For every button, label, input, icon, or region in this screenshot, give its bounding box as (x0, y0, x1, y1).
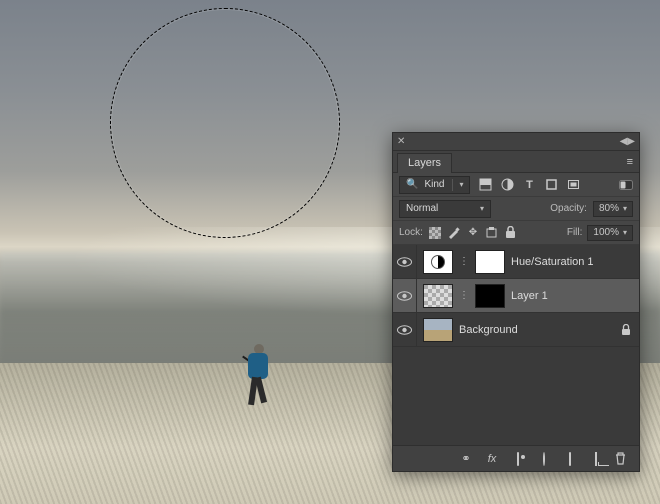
search-icon: 🔍 (406, 179, 418, 190)
chevron-down-icon: ▾ (623, 204, 627, 213)
lock-transparency-icon[interactable] (428, 226, 442, 240)
visibility-toggle[interactable] (393, 279, 417, 312)
layers-panel: ✕ ◀▶ Layers ≡ 🔍 Kind ▾ T (392, 132, 640, 472)
mask-link-icon[interactable]: ⋮ (459, 290, 469, 301)
fill-value: 100% (593, 227, 619, 238)
mask-thumbnail (475, 284, 505, 308)
opacity-label: Opacity: (550, 203, 587, 214)
lock-fill-row: Lock: ✥ Fill: 100% ▾ (393, 221, 639, 245)
mask-thumbnail (475, 250, 505, 274)
chevron-down-icon: ▾ (623, 228, 627, 237)
tab-layers[interactable]: Layers (397, 153, 452, 173)
mask-link-icon[interactable]: ⋮ (459, 256, 469, 267)
new-group-icon[interactable] (563, 453, 577, 465)
fill-label: Fill: (567, 227, 583, 238)
layer-row[interactable]: ⋮ Layer 1 (393, 279, 639, 313)
photo-hiker (240, 344, 274, 410)
filter-smart-icon[interactable] (566, 178, 580, 192)
fx-icon[interactable]: fx (485, 453, 499, 465)
opacity-value: 80% (599, 203, 619, 214)
opacity-input[interactable]: 80% ▾ (593, 201, 633, 217)
chevron-down-icon: ▾ (480, 204, 484, 213)
link-layers-icon[interactable]: ⚭ (459, 452, 473, 465)
layer-name[interactable]: Hue/Saturation 1 (511, 256, 631, 268)
layer-filter-row: 🔍 Kind ▾ T (393, 173, 639, 197)
delete-layer-icon[interactable] (615, 452, 629, 465)
panel-header[interactable]: ✕ ◀▶ (393, 133, 639, 151)
layer-name[interactable]: Background (459, 324, 615, 336)
lock-pixels-icon[interactable] (447, 226, 461, 240)
visibility-toggle[interactable] (393, 245, 417, 278)
filter-kind-select[interactable]: 🔍 Kind ▾ (399, 176, 470, 194)
visibility-toggle[interactable] (393, 313, 417, 346)
filter-type-icon[interactable]: T (522, 178, 536, 192)
new-adjustment-icon[interactable] (537, 453, 551, 465)
lock-all-icon[interactable] (504, 226, 518, 240)
marquee-selection-circle[interactable] (110, 8, 340, 238)
layer-name[interactable]: Layer 1 (511, 290, 631, 302)
layer-list: ⋮ Hue/Saturation 1 ⋮ Layer 1 Background (393, 245, 639, 445)
layer-row[interactable]: Background (393, 313, 639, 347)
add-mask-icon[interactable] (511, 453, 525, 465)
lock-artboard-icon[interactable] (485, 226, 499, 240)
layer-thumbnail (423, 318, 453, 342)
panel-menu-icon[interactable]: ≡ (621, 156, 639, 172)
blend-opacity-row: Normal ▾ Opacity: 80% ▾ (393, 197, 639, 221)
chevron-down-icon: ▾ (459, 180, 463, 189)
lock-position-icon[interactable]: ✥ (466, 226, 480, 240)
filter-shape-icon[interactable] (544, 178, 558, 192)
blend-mode-select[interactable]: Normal ▾ (399, 200, 491, 218)
layer-row[interactable]: ⋮ Hue/Saturation 1 (393, 245, 639, 279)
filter-pixel-icon[interactable] (478, 178, 492, 192)
panel-footer: ⚭ fx (393, 445, 639, 471)
fill-input[interactable]: 100% ▾ (587, 225, 633, 241)
layer-thumbnail (423, 284, 453, 308)
lock-label: Lock: (399, 227, 423, 238)
new-layer-icon[interactable] (589, 453, 603, 465)
collapse-icon[interactable]: ◀▶ (620, 136, 635, 147)
panel-tabs: Layers ≡ (393, 151, 639, 173)
filter-toggle-switch[interactable] (619, 178, 633, 192)
lock-icon (621, 324, 631, 336)
blend-mode-value: Normal (406, 203, 438, 214)
close-icon[interactable]: ✕ (397, 136, 405, 147)
filter-adjustment-icon[interactable] (500, 178, 514, 192)
filter-kind-label: Kind (424, 179, 444, 190)
adjustment-thumbnail (423, 250, 453, 274)
